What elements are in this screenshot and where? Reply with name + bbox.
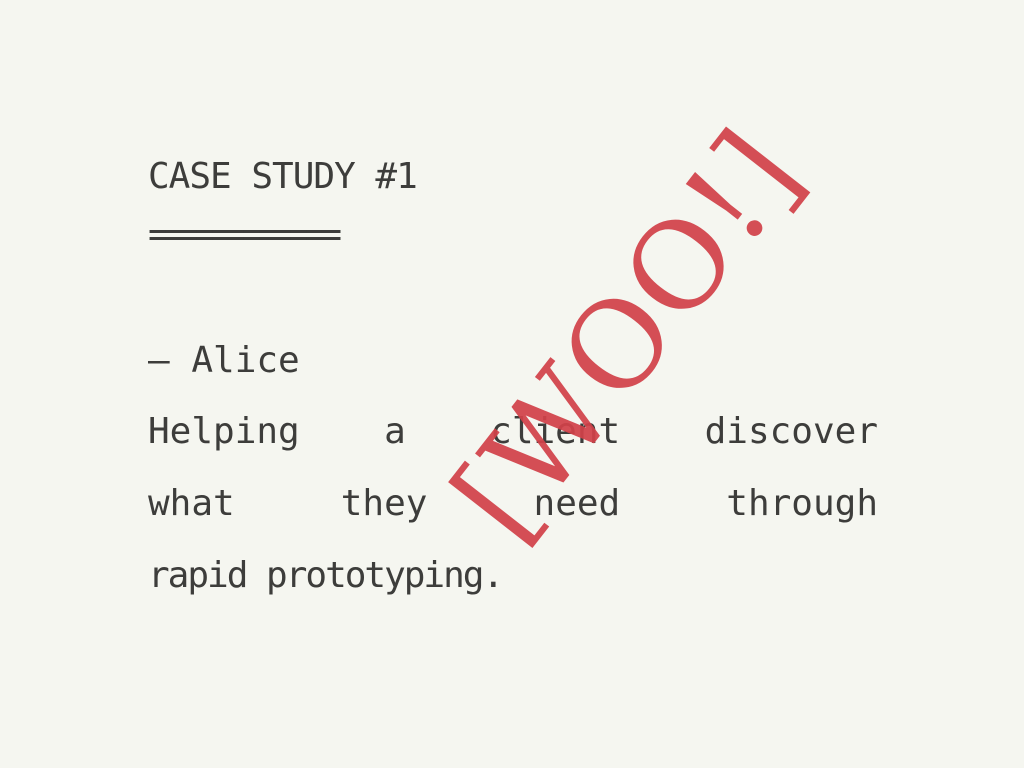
author-line: — Alice bbox=[148, 340, 300, 381]
document-page: CASE STUDY #1 ============ — Alice Helpi… bbox=[0, 0, 1024, 768]
title-underline: ============ bbox=[148, 214, 342, 255]
body-line-1: Helping a client discover bbox=[148, 411, 878, 452]
body-line-2: what they need through bbox=[148, 483, 878, 524]
case-study-title: CASE STUDY #1 bbox=[148, 156, 418, 197]
case-study-text: CASE STUDY #1 ============ — Alice Helpi… bbox=[148, 148, 908, 612]
body-line-3: rapid prototyping. bbox=[148, 555, 504, 596]
